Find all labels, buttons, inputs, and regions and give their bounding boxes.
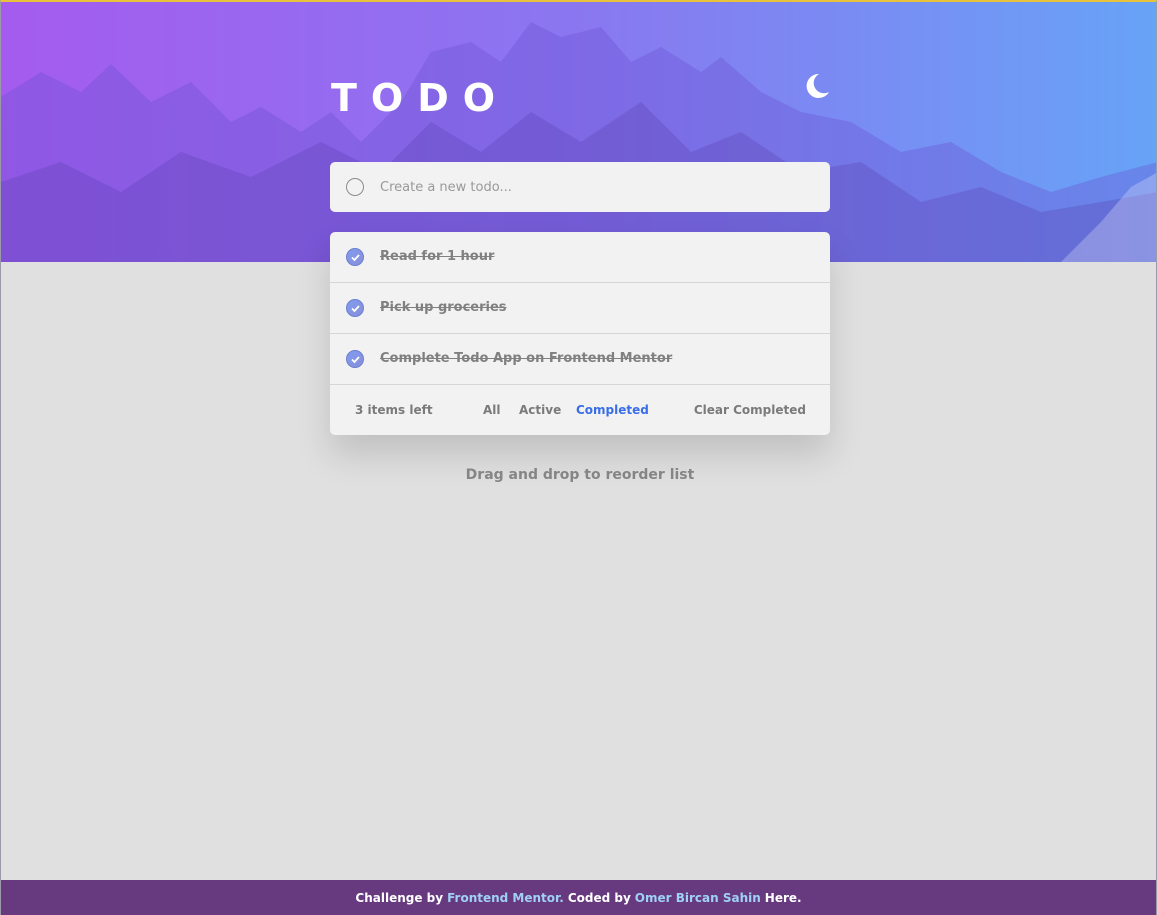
filter-active-button[interactable]: Active	[519, 403, 561, 417]
attribution-suffix: Here.	[764, 890, 802, 905]
frontend-mentor-link[interactable]: Frontend Mentor.	[447, 891, 564, 905]
attribution-middle: Coded by	[567, 890, 631, 905]
filter-completed-button[interactable]: Completed	[576, 403, 649, 417]
clear-completed-button[interactable]: Clear Completed	[694, 403, 806, 417]
todo-text: Read for 1 hour	[380, 249, 495, 264]
app-page: TODO Read for 1 hour Pick up groceries	[0, 0, 1157, 915]
checkmark-icon[interactable]	[346, 299, 364, 317]
todo-list: Read for 1 hour Pick up groceries Comple…	[330, 232, 830, 435]
checkmark-icon[interactable]	[346, 350, 364, 368]
author-link[interactable]: Omer Bircan Sahin	[635, 891, 761, 905]
checkmark-icon[interactable]	[346, 248, 364, 266]
todo-item[interactable]: Pick up groceries	[330, 283, 830, 334]
new-todo-circle-icon[interactable]	[346, 178, 364, 196]
todo-item[interactable]: Complete Todo App on Frontend Mentor	[330, 334, 830, 385]
attribution-footer: Challenge by Frontend Mentor. Coded by O…	[1, 880, 1156, 915]
app-title: TODO	[331, 76, 510, 120]
todo-item[interactable]: Read for 1 hour	[330, 232, 830, 283]
mountain-background-image	[1, 22, 1156, 262]
moon-icon[interactable]	[803, 72, 831, 100]
new-todo-field	[330, 162, 830, 212]
drag-drop-hint: Drag and drop to reorder list	[465, 467, 695, 483]
items-left-count: 3 items left	[355, 403, 433, 417]
new-todo-input[interactable]	[380, 174, 810, 200]
todo-text: Pick up groceries	[380, 300, 507, 315]
todo-text: Complete Todo App on Frontend Mentor	[380, 351, 673, 366]
list-footer: 3 items left All Active Completed Clear …	[330, 385, 830, 435]
hero-banner: TODO	[1, 2, 1156, 262]
filter-all-button[interactable]: All	[483, 403, 501, 417]
attribution-prefix: Challenge by	[355, 890, 444, 905]
